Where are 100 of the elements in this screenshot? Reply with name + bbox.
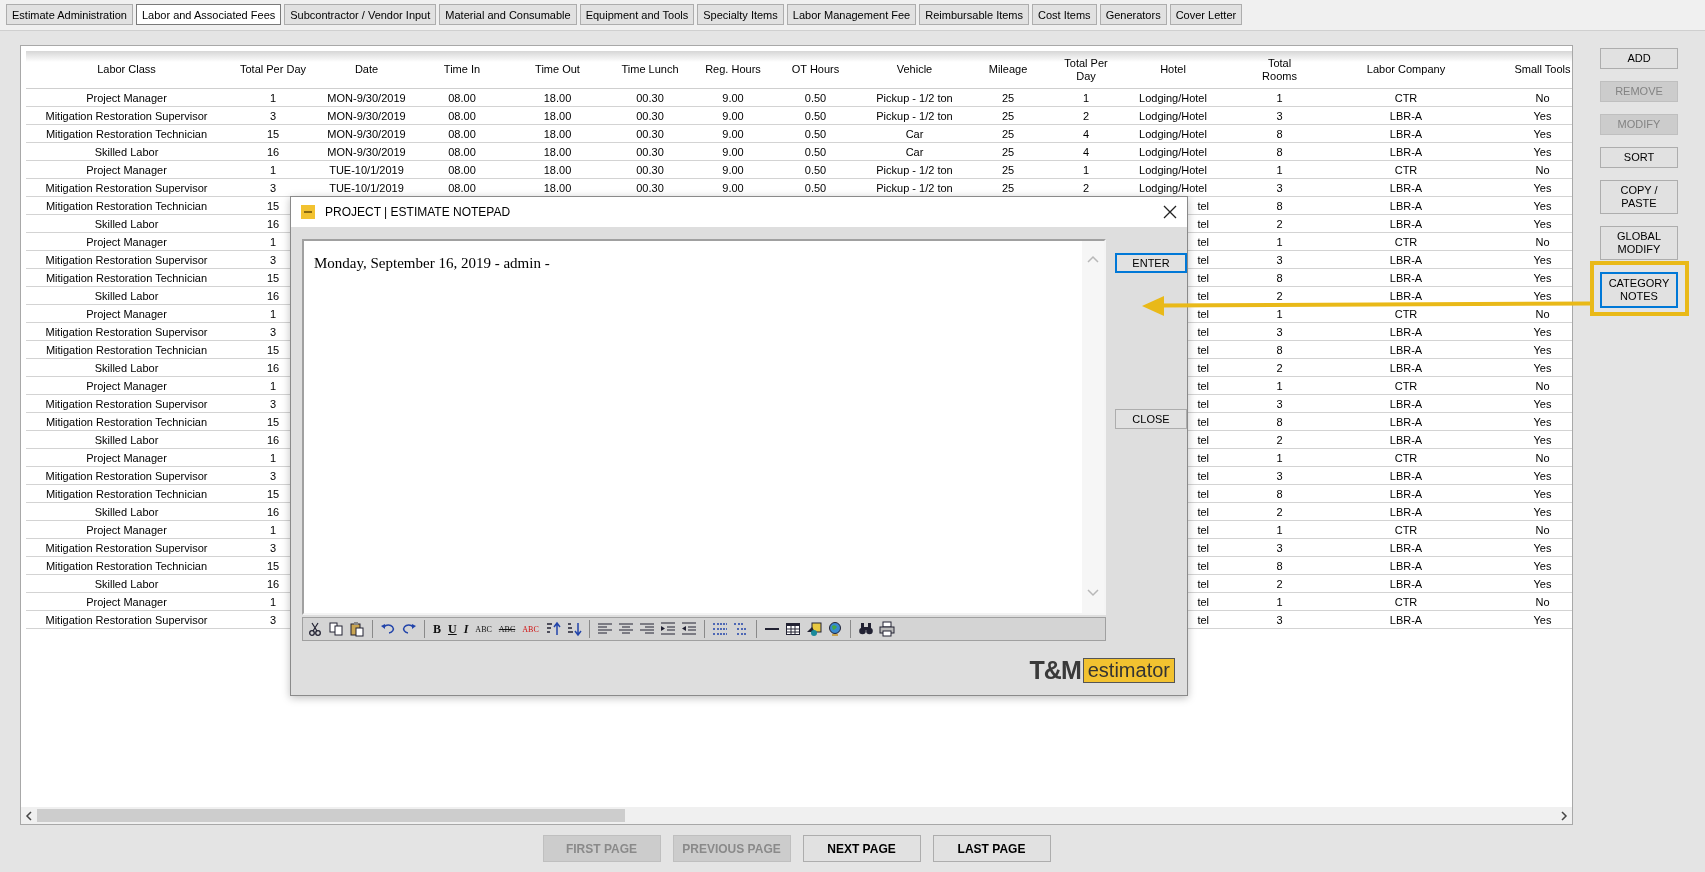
sort-ascending-icon[interactable]: [544, 621, 561, 637]
table-cell: 00.30: [636, 127, 664, 140]
small-caps-button[interactable]: ABC: [474, 624, 493, 634]
sort-descending-icon[interactable]: [565, 621, 582, 637]
page-button[interactable]: NEXT PAGE: [802, 835, 921, 862]
table-cell: Yes: [1533, 541, 1552, 554]
table-cell: CTR: [1394, 235, 1418, 248]
outdent-icon[interactable]: [680, 621, 697, 637]
tab[interactable]: Estimate Administration: [6, 4, 133, 25]
scroll-left-icon[interactable]: [25, 810, 33, 821]
table-cell: tel: [1197, 541, 1209, 554]
table-cell: tel: [1197, 397, 1209, 410]
table-cell: tel: [1197, 505, 1209, 518]
table-cell: tel: [1197, 199, 1209, 212]
cut-icon[interactable]: [307, 621, 323, 637]
table-cell: MON-9/30/2019: [327, 145, 406, 158]
tab[interactable]: Generators: [1099, 4, 1167, 25]
table-cell: 0.50: [804, 163, 827, 176]
table-cell: 1: [1276, 307, 1283, 320]
dialog-button[interactable]: ENTER: [1115, 253, 1187, 273]
font-color-button[interactable]: ABC: [521, 624, 540, 634]
action-button[interactable]: SORT: [1600, 147, 1678, 168]
scrollbar-thumb[interactable]: [37, 809, 625, 822]
table-cell: Yes: [1533, 505, 1552, 518]
table-cell: Yes: [1533, 433, 1552, 446]
table-cell: LBR-A: [1389, 469, 1423, 482]
table-cell: Yes: [1533, 415, 1552, 428]
table-cell: Mitigation Restoration Supervisor: [45, 253, 208, 266]
tab[interactable]: Labor Management Fee: [786, 4, 917, 25]
table-cell: tel: [1197, 271, 1209, 284]
table-cell: 3: [1276, 397, 1283, 410]
undo-icon[interactable]: [380, 621, 396, 637]
tab[interactable]: Specialty Items: [697, 4, 784, 25]
tab[interactable]: Equipment and Tools: [579, 4, 695, 25]
align-left-icon[interactable]: [596, 621, 613, 637]
dialog-button[interactable]: CLOSE: [1115, 409, 1187, 429]
table-cell: tel: [1197, 325, 1209, 338]
table-cell: CTR: [1394, 595, 1418, 608]
table-cell: Yes: [1533, 577, 1552, 590]
align-center-icon[interactable]: [617, 621, 634, 637]
tab[interactable]: Material and Consumable: [439, 4, 577, 25]
scroll-right-icon[interactable]: [1560, 810, 1568, 821]
table-cell: Mitigation Restoration Supervisor: [45, 613, 208, 626]
copy-icon[interactable]: [328, 621, 344, 637]
globe-icon[interactable]: [826, 621, 843, 637]
scrollbar[interactable]: [21, 807, 1572, 824]
table-cell: 8: [1276, 415, 1283, 428]
table-cell: LBR-A: [1389, 613, 1423, 626]
tab[interactable]: Subcontractor / Vendor Input: [284, 4, 437, 25]
table-cell: Lodging/Hotel: [1139, 127, 1207, 140]
table-cell: Skilled Labor: [94, 217, 159, 230]
table-cell: 25: [1001, 127, 1015, 140]
bullet-list-icon[interactable]: [711, 621, 728, 637]
indent-icon[interactable]: [659, 621, 676, 637]
redo-icon[interactable]: [401, 621, 417, 637]
table-cell: tel: [1197, 289, 1209, 302]
column-header: Small Tools: [1514, 63, 1571, 76]
tab[interactable]: Reimbursable Items: [919, 4, 1030, 25]
strikethrough-button[interactable]: ABC: [497, 624, 517, 634]
table-cell: 9.00: [722, 181, 744, 194]
tab[interactable]: Cost Items: [1032, 4, 1097, 25]
action-button[interactable]: GLOBAL MODIFY: [1600, 226, 1678, 260]
italic-button[interactable]: I: [462, 621, 470, 637]
table-cell: 3: [1276, 613, 1283, 626]
table-cell: 25: [1001, 145, 1015, 158]
table-cell: 1: [1276, 235, 1283, 248]
table-cell: Project Manager: [86, 595, 167, 608]
table-cell: 3: [269, 109, 277, 122]
action-button[interactable]: COPY / PASTE: [1600, 180, 1678, 214]
table-cell: 0.50: [804, 109, 827, 122]
outline-list-icon[interactable]: [732, 621, 749, 637]
paste-icon[interactable]: [349, 621, 365, 637]
table-cell: 4: [1082, 127, 1090, 140]
table-cell: tel: [1197, 523, 1209, 536]
table-cell: CTR: [1394, 91, 1418, 104]
column-header: Reg. Hours: [705, 63, 761, 76]
bold-button[interactable]: B: [432, 621, 442, 637]
column-header: Hotel: [1160, 63, 1186, 76]
table-cell: LBR-A: [1389, 559, 1423, 572]
image-icon[interactable]: [805, 621, 822, 637]
column-header: Time In: [443, 63, 481, 76]
table-cell: 0.50: [804, 91, 827, 104]
table-cell: 3: [1276, 541, 1283, 554]
close-icon[interactable]: [1163, 205, 1177, 219]
tab[interactable]: Labor and Associated Fees: [135, 4, 282, 25]
table-cell: Pickup - 1/2 ton: [876, 181, 953, 194]
table-icon[interactable]: [784, 621, 801, 637]
tab[interactable]: Cover Letter: [1169, 4, 1243, 25]
underline-button[interactable]: U: [447, 621, 458, 637]
print-icon[interactable]: [878, 621, 895, 637]
table-cell: Lodging/Hotel: [1139, 91, 1207, 104]
table-cell: tel: [1197, 217, 1209, 230]
action-button[interactable]: CATEGORY NOTES: [1600, 272, 1678, 308]
table-cell: tel: [1197, 577, 1209, 590]
page-button[interactable]: LAST PAGE: [932, 835, 1051, 862]
table-cell: 1: [269, 235, 277, 248]
table-cell: 1: [269, 163, 277, 176]
action-button[interactable]: ADD: [1600, 48, 1678, 69]
binoculars-icon[interactable]: [857, 621, 874, 637]
table-cell: 1: [1082, 91, 1090, 104]
